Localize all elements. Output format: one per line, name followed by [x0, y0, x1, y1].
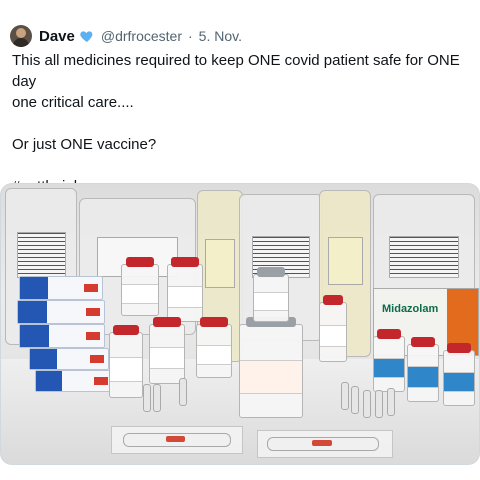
medicine-box [35, 370, 113, 392]
ampoule [341, 382, 349, 410]
tweet-line: Or just ONE vaccine? [12, 136, 157, 153]
medicine-box [17, 300, 105, 324]
ampoule [387, 388, 395, 416]
syringe [123, 433, 231, 447]
vial [149, 317, 185, 384]
ampoule [179, 378, 187, 406]
vial [167, 257, 203, 322]
vial [373, 329, 405, 392]
tweet-line: This all medicines required to keep ONE … [12, 52, 460, 90]
ampoule [351, 386, 359, 414]
tweet-photo[interactable]: Midazolam [0, 183, 480, 465]
tweet-text: This all medicines required to keep ONE … [12, 50, 474, 197]
ampoule [143, 384, 151, 412]
avatar[interactable] [10, 25, 32, 47]
vial [319, 295, 347, 362]
author-handle[interactable]: @drfrocester [101, 28, 182, 44]
ampoule [153, 384, 161, 412]
tweet-date[interactable]: 5. Nov. [199, 28, 242, 44]
ampoule [375, 390, 383, 418]
vial [443, 343, 475, 406]
vial [407, 337, 439, 402]
medicine-box [19, 324, 105, 348]
ampoule [363, 390, 371, 418]
infusion-bottle [239, 317, 303, 418]
midazolam-label: Midazolam [382, 303, 439, 315]
blue-heart-icon [80, 31, 93, 42]
tweet-card[interactable]: Dave @drfrocester · 5. Nov. This all med… [0, 0, 480, 480]
syringe [267, 437, 379, 451]
tweet-line: one critical care.... [12, 94, 134, 111]
vial [196, 317, 232, 378]
medicine-box [29, 348, 109, 370]
vial [121, 257, 159, 316]
vial [253, 267, 289, 322]
tweet-header: Dave @drfrocester · 5. Nov. [10, 24, 242, 48]
medicine-box [19, 276, 103, 300]
author-name[interactable]: Dave [39, 28, 75, 45]
separator-dot: · [187, 28, 193, 44]
vial [109, 325, 143, 398]
